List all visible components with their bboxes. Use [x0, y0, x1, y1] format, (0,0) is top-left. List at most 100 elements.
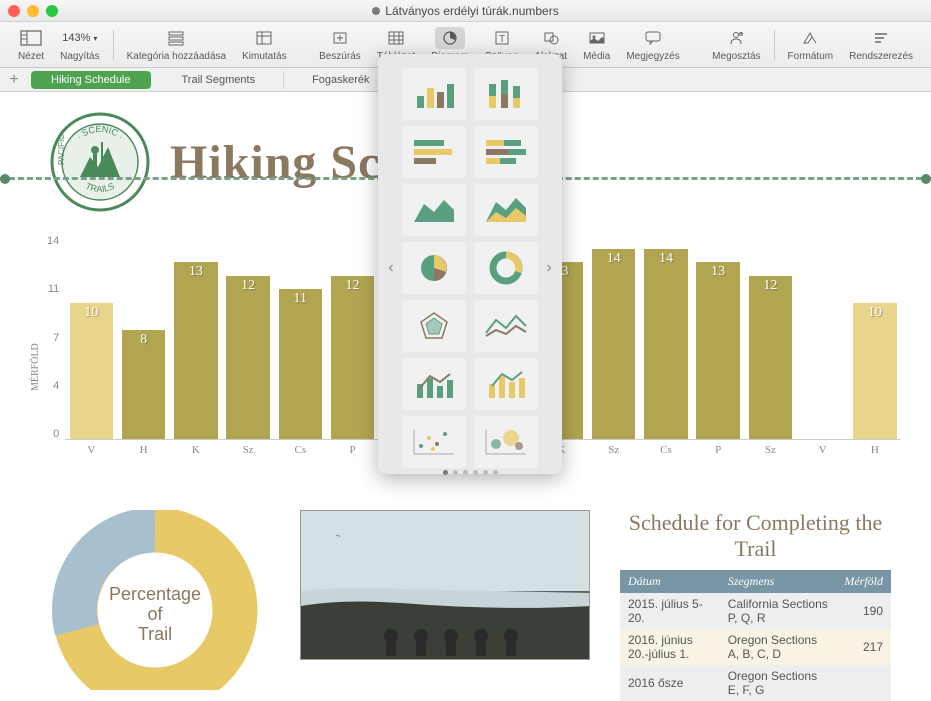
chart-type-two-axis[interactable] — [474, 358, 538, 410]
bar-value-label: 12 — [331, 278, 374, 294]
bar-value-label: 14 — [644, 251, 687, 267]
chart-type-pie[interactable] — [402, 242, 466, 294]
category-label: Kategória hozzáadása — [127, 51, 227, 62]
add-sheet-button[interactable]: + — [0, 71, 28, 89]
chart-bar[interactable]: 13 — [172, 235, 220, 439]
media-label: Média — [583, 51, 610, 62]
chart-bar[interactable]: 12 — [746, 235, 794, 439]
table-header-row: Dátum Szegmens Mérföld — [620, 570, 891, 593]
chart-bar[interactable]: 12 — [328, 235, 376, 439]
page-dot[interactable] — [443, 470, 448, 475]
bar-value-label: 11 — [279, 291, 322, 307]
comment-button[interactable]: Megjegyzés — [618, 27, 687, 62]
col-date: Dátum — [620, 570, 720, 593]
insert-button[interactable]: Beszúrás — [311, 27, 369, 62]
chart-type-popover: 2D 3D Interaktív ‹ › — [378, 54, 562, 474]
category-icon — [167, 27, 185, 49]
page-dot[interactable] — [493, 470, 498, 475]
document-title: Látványos erdélyi túrák.numbers — [8, 4, 923, 18]
pivot-icon — [255, 27, 273, 49]
add-category-button[interactable]: Kategória hozzáadása — [119, 27, 235, 62]
page-dot[interactable] — [473, 470, 478, 475]
share-label: Megosztás — [712, 51, 760, 62]
pivot-button[interactable]: Kimutatás — [234, 27, 294, 62]
page-dot[interactable] — [463, 470, 468, 475]
chart-type-bubble[interactable] — [474, 416, 538, 468]
chart-type-grid — [400, 66, 540, 470]
table-icon — [387, 27, 405, 49]
chart-style-next-button[interactable]: › — [540, 259, 558, 277]
share-icon: + — [727, 27, 745, 49]
ruler-handle-right[interactable] — [921, 174, 931, 184]
comment-icon — [644, 27, 662, 49]
chart-type-mixed[interactable] — [402, 358, 466, 410]
format-button[interactable]: Formátum — [780, 27, 842, 62]
chart-bar[interactable]: 10 — [851, 235, 899, 439]
format-label: Formátum — [788, 51, 834, 62]
logo-badge: · SCENIC · TRAILS PACIFIC — [50, 112, 150, 212]
organize-icon — [872, 27, 890, 49]
share-button[interactable]: + Megosztás — [704, 27, 768, 62]
media-button[interactable]: Média — [575, 27, 618, 62]
page-dot[interactable] — [453, 470, 458, 475]
chart-bar[interactable] — [799, 235, 847, 439]
view-label: Nézet — [18, 51, 44, 62]
x-tick-label: Sz — [746, 444, 794, 456]
view-menu-button[interactable]: Nézet — [10, 27, 52, 62]
chart-type-stacked-bar[interactable] — [474, 126, 538, 178]
ruler-handle-left[interactable] — [0, 174, 10, 184]
x-tick-label: H — [119, 444, 167, 456]
chart-type-line[interactable] — [474, 300, 538, 352]
chart-type-donut[interactable] — [474, 242, 538, 294]
chart-type-area[interactable] — [402, 184, 466, 236]
x-tick-label: Cs — [642, 444, 690, 456]
chart-bar[interactable]: 14 — [590, 235, 638, 439]
x-tick-label: V — [799, 444, 847, 456]
chart-type-scatter[interactable] — [402, 416, 466, 468]
sheet-tab-trail-segments[interactable]: Trail Segments — [154, 71, 285, 89]
chart-bar[interactable]: 8 — [119, 235, 167, 439]
chart-style-page-dots — [378, 470, 562, 475]
donut-center-label: Percentage of Trail — [40, 585, 270, 644]
page-dot[interactable] — [483, 470, 488, 475]
zoom-control[interactable]: 143%▾ Nagyítás — [52, 27, 107, 62]
organize-label: Rendszerezés — [849, 51, 913, 62]
chart-bar[interactable]: 13 — [694, 235, 742, 439]
bar-value-label: 8 — [122, 332, 165, 348]
chart-type-bar[interactable] — [402, 126, 466, 178]
divider — [113, 30, 114, 60]
chart-type-stacked-area[interactable] — [474, 184, 538, 236]
pivot-label: Kimutatás — [242, 51, 286, 62]
chart-style-prev-button[interactable]: ‹ — [382, 259, 400, 277]
svg-text:+: + — [740, 32, 743, 38]
table-row[interactable]: 2016 őszeOregon Sections E, F, G — [620, 665, 891, 701]
percentage-donut-chart[interactable]: Percentage of Trail — [40, 510, 270, 660]
table-row[interactable]: 2015. július 5-20.California Sections P,… — [620, 593, 891, 629]
table-row[interactable]: 2016. június 20.-július 1.Oregon Section… — [620, 629, 891, 665]
y-axis-label: MÉRFÖLD — [30, 235, 41, 480]
chart-type-radar[interactable] — [402, 300, 466, 352]
zoom-value: 143%▾ — [62, 27, 97, 49]
media-icon — [588, 27, 606, 49]
x-tick-label: Sz — [590, 444, 638, 456]
window-titlebar: Látványos erdélyi túrák.numbers — [0, 0, 931, 22]
chart-bar[interactable]: 11 — [276, 235, 324, 439]
x-tick-label: Sz — [224, 444, 272, 456]
shape-icon — [542, 27, 560, 49]
organize-button[interactable]: Rendszerezés — [841, 27, 921, 62]
bar-value-label: 12 — [749, 278, 792, 294]
divider — [774, 30, 775, 60]
sheet-tab-hiking-schedule[interactable]: Hiking Schedule — [31, 71, 151, 89]
chart-bar[interactable]: 12 — [224, 235, 272, 439]
svg-text:T: T — [499, 34, 505, 45]
chart-type-column[interactable] — [402, 68, 466, 120]
schedule-table-box: Schedule for Completing the Trail Dátum … — [620, 510, 891, 701]
chart-type-stacked-column[interactable] — [474, 68, 538, 120]
col-miles: Mérföld — [836, 570, 891, 593]
chart-bar[interactable]: 14 — [642, 235, 690, 439]
chart-bar[interactable]: 10 — [67, 235, 115, 439]
schedule-table[interactable]: Dátum Szegmens Mérföld 2015. július 5-20… — [620, 570, 891, 701]
bar-value-label: 12 — [226, 278, 269, 294]
trail-photo[interactable] — [300, 510, 590, 660]
schedule-title: Schedule for Completing the Trail — [620, 510, 891, 562]
